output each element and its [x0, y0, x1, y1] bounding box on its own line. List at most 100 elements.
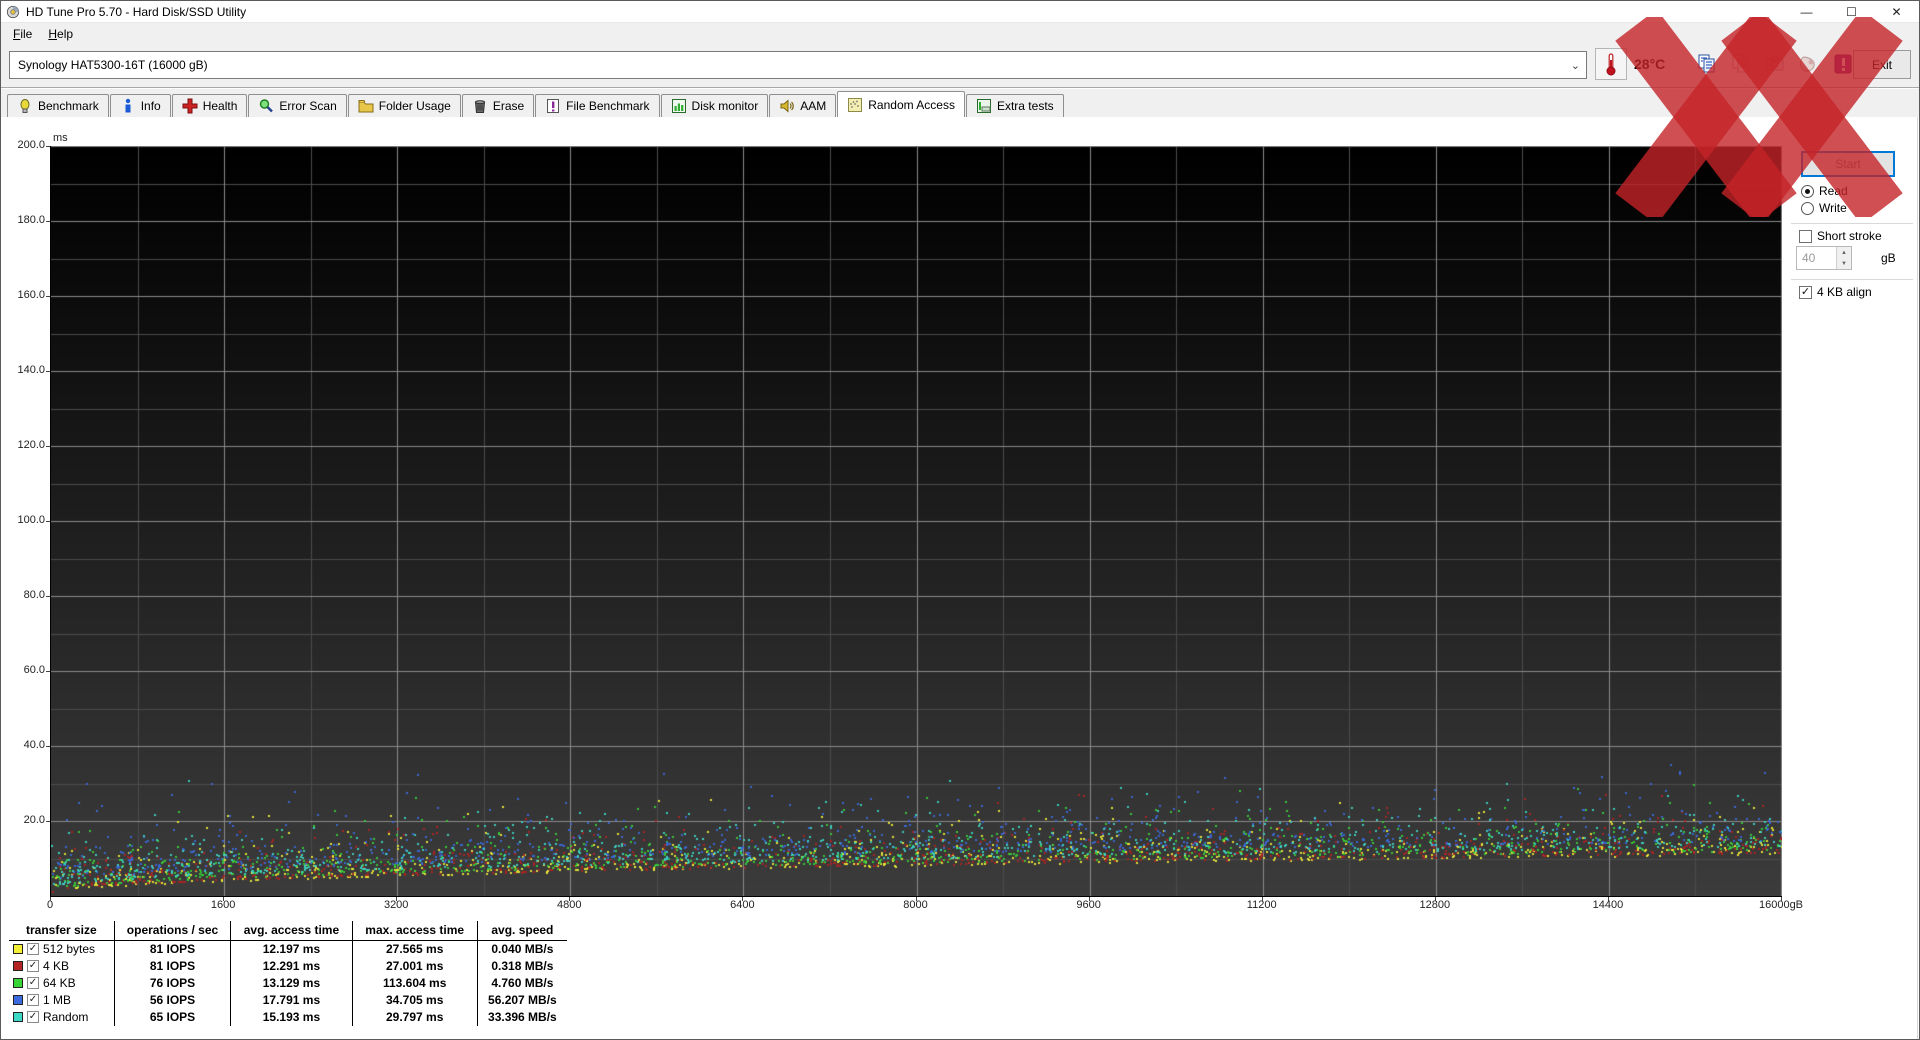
series-checkbox[interactable]: ✓: [27, 977, 39, 989]
y-tick-label: 120.0: [17, 439, 45, 451]
speaker-icon: [780, 99, 794, 113]
file-benchmark-icon: [547, 99, 560, 113]
tab-extra-tests[interactable]: Extra tests: [965, 94, 1064, 117]
close-button[interactable]: ✕: [1874, 1, 1919, 23]
start-button[interactable]: Start: [1801, 151, 1895, 177]
error-scan-icon: [260, 99, 274, 113]
save-screenshot-icon[interactable]: [1761, 49, 1789, 79]
panel-separator: [1791, 223, 1913, 224]
col-max-access: max. access time: [351, 921, 478, 941]
tab-aam[interactable]: AAM: [769, 94, 837, 117]
tab-health[interactable]: Health: [171, 94, 248, 117]
menu-file[interactable]: File: [5, 25, 40, 43]
4kb-align-checkbox[interactable]: ✓ 4 KB align: [1799, 285, 1872, 299]
disk-monitor-icon: [671, 99, 686, 113]
col-ops: operations / sec: [113, 921, 231, 941]
radio-selected-icon: [1801, 184, 1814, 198]
y-tick-mark: [46, 296, 50, 297]
health-icon: [182, 98, 198, 114]
x-tick-mark: [742, 897, 744, 901]
y-tick-label: 40.0: [23, 739, 45, 751]
menu-help[interactable]: Help: [40, 25, 81, 43]
thermometer-icon: [1606, 53, 1616, 76]
trash-icon: [474, 100, 485, 113]
x-tick-mark: [396, 897, 398, 901]
series-checkbox[interactable]: ✓: [27, 960, 39, 972]
tab-info[interactable]: Info: [109, 94, 171, 117]
y-tick-label: 160.0: [17, 289, 45, 301]
checkbox-checked-icon: ✓: [1799, 285, 1812, 299]
menu-bar: File Help: [1, 23, 1919, 45]
x-tick-mark: [1088, 897, 1090, 901]
read-radio[interactable]: Read: [1801, 184, 1848, 198]
radio-unselected-icon: [1801, 201, 1814, 215]
tab-file-benchmark[interactable]: File Benchmark: [535, 94, 660, 117]
spinner-up-icon[interactable]: ▲: [1837, 247, 1851, 258]
tab-benchmark[interactable]: Benchmark: [7, 94, 109, 117]
tab-bar: Benchmark Info Health Error Scan Folder …: [7, 91, 1919, 117]
y-tick-label: 60.0: [23, 664, 45, 676]
panel-separator-2: [1791, 279, 1913, 280]
spinner-buttons[interactable]: ▲ ▼: [1836, 247, 1851, 269]
y-tick-mark: [46, 371, 50, 372]
series-swatch: [13, 978, 23, 988]
tab-disk-monitor[interactable]: Disk monitor: [660, 94, 769, 117]
y-tick-mark: [46, 446, 50, 447]
tab-folder-usage[interactable]: Folder Usage: [347, 94, 461, 117]
toolbar-divider: [1, 87, 1919, 89]
stroke-unit-label: gB: [1881, 251, 1896, 265]
series-checkbox[interactable]: ✓: [27, 1011, 39, 1023]
window-title: HD Tune Pro 5.70 - Hard Disk/SSD Utility: [26, 4, 247, 19]
col-avg-speed: avg. speed: [476, 921, 567, 941]
capture-icon[interactable]: [1795, 49, 1823, 79]
drive-selector[interactable]: Synology HAT5300-16T (16000 gB) ⌄: [9, 51, 1587, 79]
y-axis-unit-label: ms: [53, 132, 68, 144]
tab-random-access[interactable]: Random Access: [837, 91, 965, 117]
series-checkbox[interactable]: ✓: [27, 994, 39, 1006]
short-stroke-size-input[interactable]: 40 ▲ ▼: [1796, 246, 1852, 270]
series-swatch: [13, 961, 23, 971]
minimize-button[interactable]: —: [1784, 1, 1829, 23]
copy-text-icon[interactable]: [1693, 49, 1721, 79]
title-bar: HD Tune Pro 5.70 - Hard Disk/SSD Utility…: [1, 1, 1919, 23]
x-tick-mark: [1781, 897, 1782, 901]
random-access-icon: [848, 97, 863, 112]
benchmark-icon: [20, 99, 30, 113]
write-radio[interactable]: Write: [1801, 201, 1847, 215]
y-tick-mark: [46, 221, 50, 222]
info-icon: [125, 98, 131, 113]
y-tick-mark: [46, 746, 50, 747]
series-checkbox[interactable]: ✓: [27, 943, 39, 956]
x-tick-mark: [1607, 897, 1609, 901]
toolbar-icons: [1693, 49, 1857, 79]
table-header-row: transfer size operations / sec avg. acce…: [9, 921, 567, 941]
y-tick-mark: [46, 671, 50, 672]
app-window: HD Tune Pro 5.70 - Hard Disk/SSD Utility…: [0, 0, 1920, 1040]
x-tick-mark: [50, 897, 51, 901]
spinner-down-icon[interactable]: ▼: [1837, 258, 1851, 269]
y-tick-label: 180.0: [17, 214, 45, 226]
app-logo-icon: [6, 5, 20, 18]
series-swatch: [13, 1012, 23, 1022]
x-tick-mark: [1434, 897, 1436, 901]
table-row: ✓ Random 65 IOPS 15.193 ms 29.797 ms 33.3…: [9, 1008, 567, 1026]
short-stroke-checkbox[interactable]: Short stroke: [1799, 229, 1882, 243]
folder-icon: [358, 100, 374, 113]
results-table: transfer size operations / sec avg. acce…: [9, 921, 567, 1026]
maximize-button[interactable]: ☐: [1829, 1, 1874, 23]
y-tick-label: 200.0: [17, 139, 45, 151]
x-tick-mark: [915, 897, 917, 901]
temperature-indicator: [1595, 48, 1627, 80]
table-row: ✓ 512 bytes 81 IOPS 12.197 ms 27.565 ms 0…: [9, 940, 567, 958]
exit-button[interactable]: Exit: [1853, 50, 1911, 79]
tab-erase[interactable]: Erase: [461, 94, 535, 117]
series-swatch: [13, 944, 23, 955]
col-transfer-size: transfer size: [9, 921, 115, 941]
tab-error-scan[interactable]: Error Scan: [248, 94, 347, 117]
checkbox-unchecked-icon: [1799, 229, 1812, 243]
table-row: ✓ 64 KB 76 IOPS 13.129 ms 113.604 ms 4.76…: [9, 974, 567, 992]
y-tick-label: 100.0: [17, 514, 45, 526]
col-avg-access: avg. access time: [230, 921, 353, 941]
panel-edge-divider: [1917, 117, 1918, 1039]
copy-image-icon[interactable]: [1727, 49, 1755, 79]
